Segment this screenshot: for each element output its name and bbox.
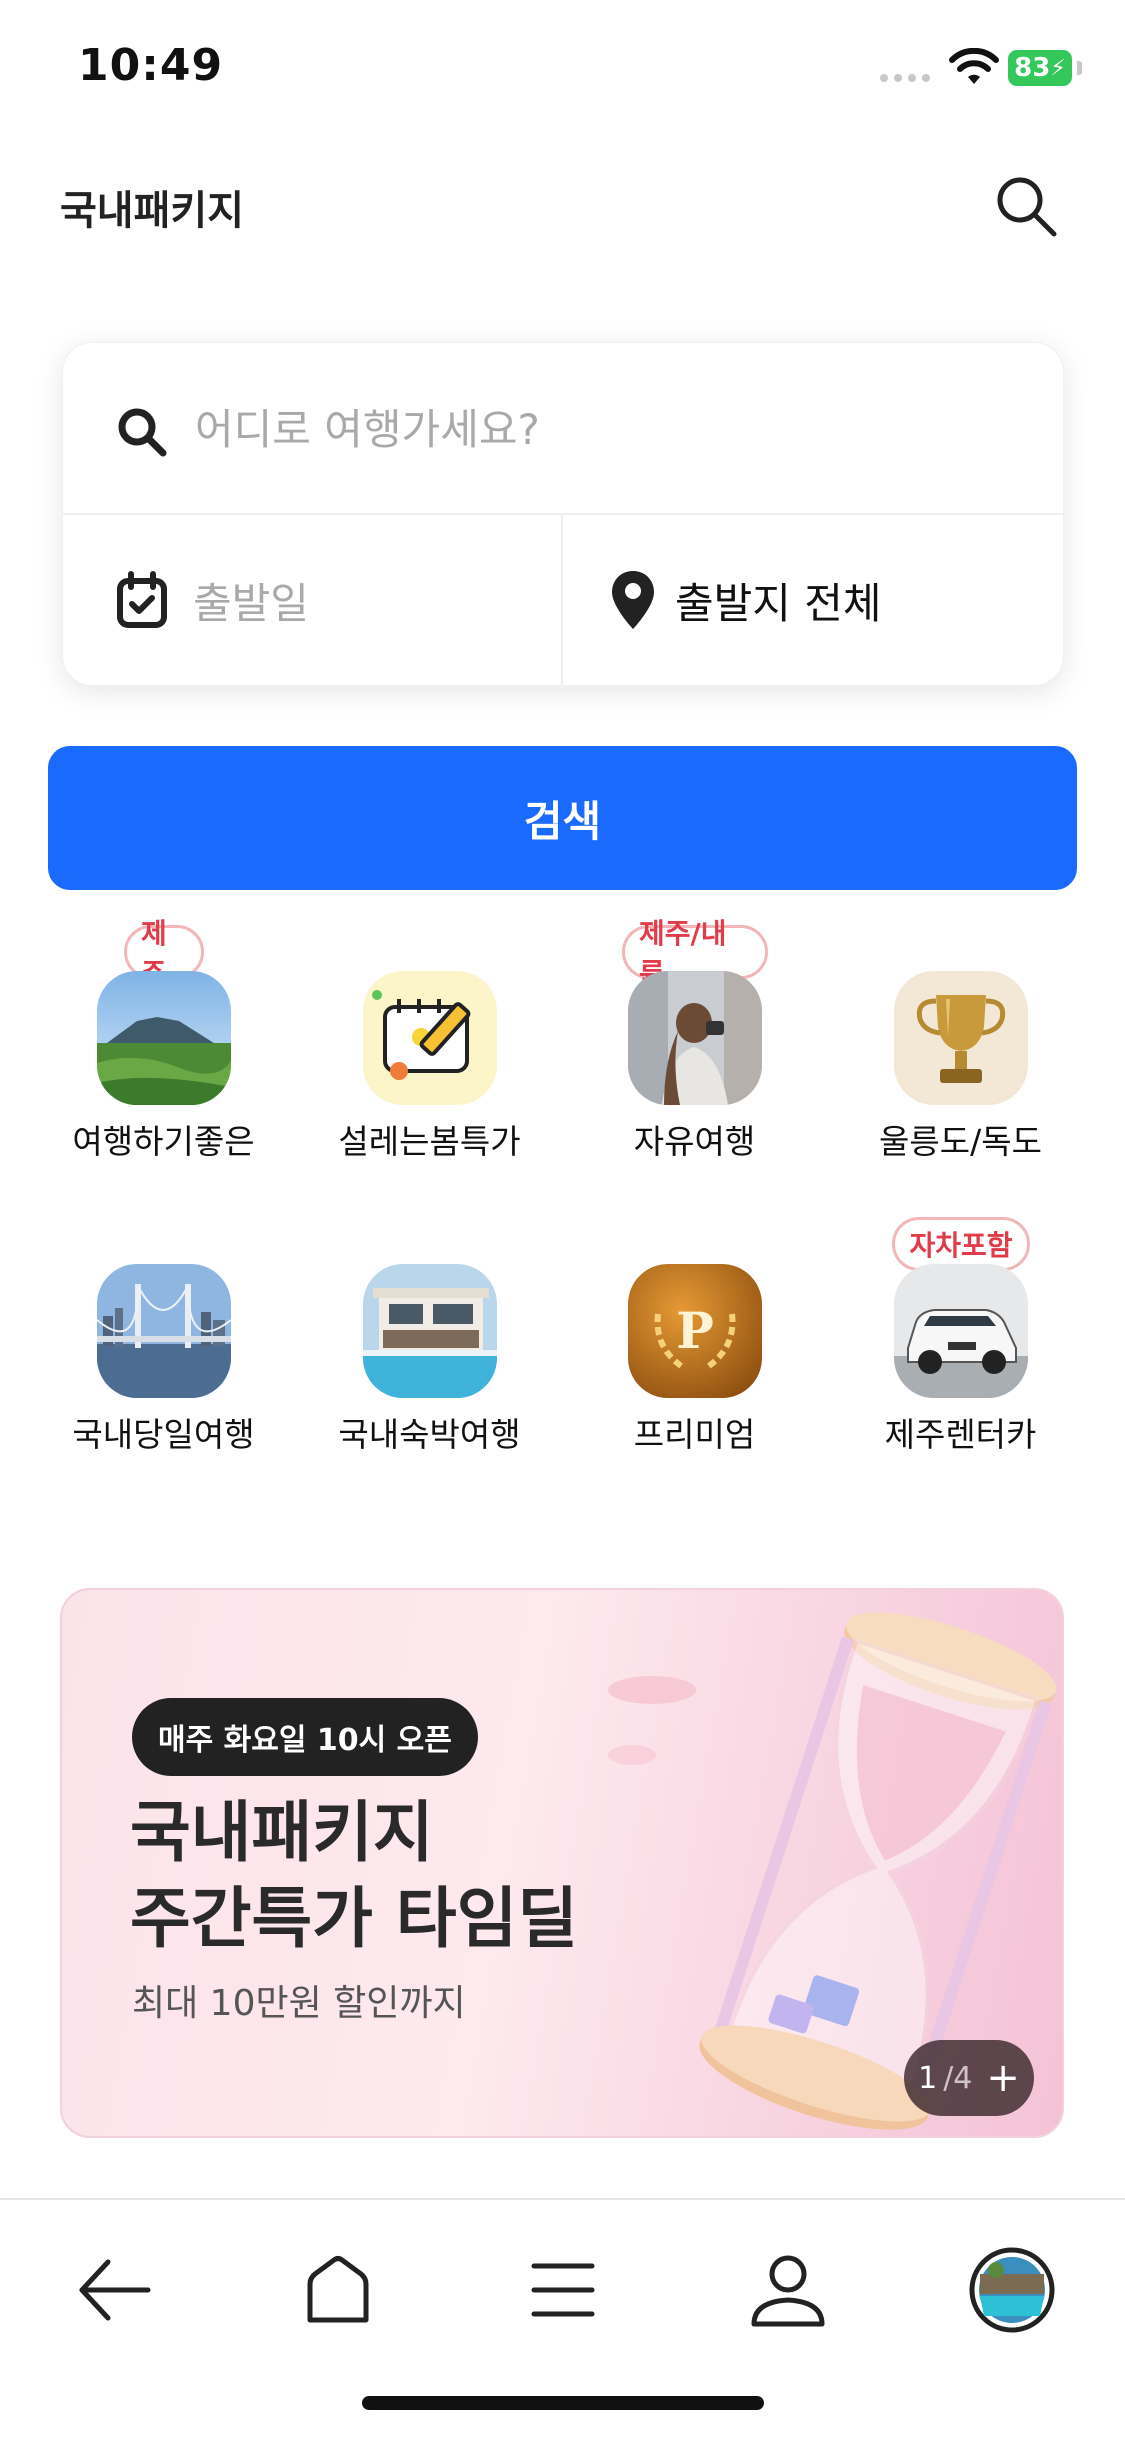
trophy-icon	[894, 971, 1028, 1105]
menu-icon[interactable]	[512, 2240, 612, 2340]
banner-title: 국내패키지 주간특가 타임딜	[130, 1790, 578, 1962]
cellular-signal-icon	[880, 74, 930, 82]
svg-text:P: P	[676, 1301, 714, 1360]
back-icon[interactable]	[64, 2240, 164, 2340]
category-overnight-trip[interactable]: 국내숙박여행	[297, 1218, 562, 1454]
category-label: 설레는봄특가	[338, 1122, 521, 1161]
category-ulleungdo-dokdo[interactable]: 울릉도/독도	[828, 925, 1093, 1161]
search-icon[interactable]	[990, 170, 1062, 242]
origin-value: 출발지 전체	[675, 579, 882, 628]
traveler-camera-icon	[628, 971, 762, 1105]
category-free-travel[interactable]: 제주/내륙 자유여행	[562, 917, 827, 1161]
destination-input[interactable]	[193, 393, 1017, 465]
rental-car-icon	[894, 1264, 1028, 1398]
departure-date-placeholder: 출발일	[193, 579, 309, 628]
battery-icon: 83 ⚡	[1008, 50, 1082, 86]
destination-field[interactable]	[63, 343, 1063, 515]
wifi-icon	[949, 48, 999, 84]
open-schedule-chip: 매주 화요일 10시 오픈	[132, 1698, 478, 1776]
category-label: 자유여행	[633, 1122, 756, 1161]
page-title: 국내패키지	[60, 188, 244, 234]
premium-p-icon: P	[628, 1264, 762, 1398]
category-jeju-travel[interactable]: 제주 여행하기좋은	[31, 917, 296, 1161]
category-day-trip[interactable]: 국내당일여행	[31, 1218, 296, 1454]
search-button[interactable]: 검색	[48, 746, 1077, 890]
category-label: 여행하기좋은	[72, 1122, 255, 1161]
profile-avatar[interactable]	[962, 2240, 1062, 2340]
person-icon[interactable]	[738, 2240, 838, 2340]
search-icon	[118, 408, 167, 457]
location-pin-icon	[612, 571, 654, 629]
pager-current: 1	[918, 2060, 938, 2096]
origin-field[interactable]: 출발지 전체	[563, 515, 1063, 685]
status-time: 10:49	[78, 40, 224, 91]
pager-total: /4	[943, 2060, 973, 2096]
banner-subtitle: 최대 10만원 할인까지	[132, 1983, 466, 2024]
pager-plus-icon: +	[986, 2055, 1020, 2101]
search-card: 출발일 출발지 전체	[62, 342, 1064, 686]
pool-villa-icon	[363, 1264, 497, 1398]
category-label: 국내당일여행	[72, 1415, 255, 1454]
category-label: 국내숙박여행	[338, 1415, 521, 1454]
field-divider	[561, 515, 563, 685]
category-premium[interactable]: P 프리미엄	[562, 1218, 827, 1454]
home-icon[interactable]	[288, 2240, 388, 2340]
banner-pager[interactable]: 1/4 +	[904, 2040, 1034, 2116]
calendar-pencil-icon	[363, 971, 497, 1105]
promo-banner[interactable]: 매주 화요일 10시 오픈 국내패키지 주간특가 타임딜 최대 10만원 할인까…	[60, 1588, 1064, 2138]
home-indicator	[362, 2396, 764, 2410]
category-label: 프리미엄	[633, 1415, 756, 1454]
category-badge: 자차포함	[892, 1217, 1030, 1271]
category-label: 울릉도/독도	[879, 1122, 1042, 1161]
jeju-landscape-icon	[97, 971, 231, 1105]
category-spring-deal[interactable]: 설레는봄특가	[297, 925, 562, 1161]
bridge-city-icon	[97, 1264, 231, 1398]
banner-title-line1: 국내패키지	[130, 1794, 434, 1871]
banner-title-line2: 주간특가 타임딜	[130, 1880, 579, 1957]
category-jeju-rental-car[interactable]: 자차포함 제주렌터카	[828, 1217, 1093, 1454]
category-label: 제주렌터카	[884, 1415, 1037, 1454]
calendar-icon	[117, 571, 167, 628]
battery-level: 83	[1014, 53, 1051, 83]
departure-date-field[interactable]: 출발일	[63, 515, 561, 685]
